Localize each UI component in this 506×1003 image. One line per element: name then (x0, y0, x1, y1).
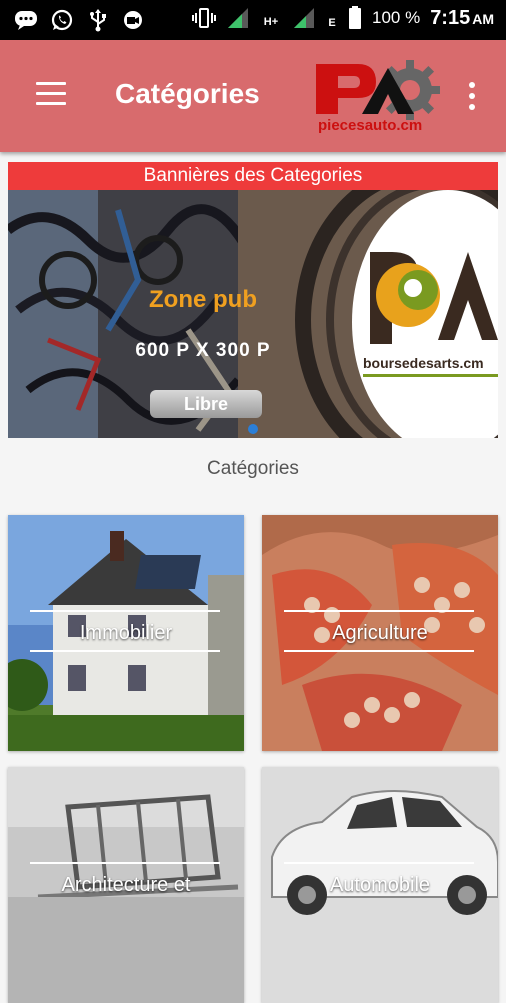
signal-strength-icon (226, 6, 250, 30)
chat-bubble-icon (14, 8, 38, 32)
cast-icon (122, 8, 146, 32)
sim-type-icon: E (328, 17, 336, 29)
category-label: Immobilier (79, 622, 173, 644)
category-banner-carousel[interactable]: Bannières des Categories boursedesarts.c… (8, 162, 498, 438)
category-label: Agriculture (332, 622, 428, 644)
vibrate-icon (191, 6, 216, 30)
battery-icon (348, 6, 362, 30)
status-bar: H+ E 100 % 7:15 AM (0, 0, 506, 40)
banner-ad-image[interactable]: boursedesarts.cm Zone pub 600 P X 300 P … (8, 162, 498, 438)
carousel-page-indicator[interactable] (248, 424, 258, 434)
category-label: Automobile (329, 874, 431, 896)
hamburger-menu-icon[interactable] (30, 78, 70, 112)
category-label: Architecture et (61, 874, 191, 896)
category-card-agriculture[interactable]: Agriculture (262, 515, 498, 751)
category-card-automobile[interactable]: Automobile (262, 767, 498, 1003)
category-card-architecture[interactable]: Architecture et (8, 767, 244, 1003)
banner-header: Bannières des Categories (8, 162, 498, 190)
whatsapp-icon (50, 8, 74, 32)
clock: 7:15 AM (430, 6, 494, 29)
ad-zone-title: Zone pub (149, 286, 257, 313)
usb-icon (86, 8, 110, 32)
ad-zone-size: 600 P X 300 P (135, 340, 271, 361)
svg-text:piecesauto.cm: piecesauto.cm (318, 117, 422, 134)
network-type-icon: H+ (263, 16, 279, 28)
ad-zone-free-button[interactable]: Libre (150, 390, 262, 418)
overflow-menu-icon[interactable] (460, 78, 484, 114)
app-logo: piecesauto.cm (310, 54, 440, 136)
battery-percentage: 100 % (371, 8, 421, 27)
signal-strength-2-icon (292, 6, 316, 30)
category-card-immobilier[interactable]: Immobilier (8, 515, 244, 751)
app-bar: Catégories piecesauto.cm (0, 40, 506, 152)
page-title: Catégories (115, 78, 260, 109)
categories-section-title: Catégories (207, 458, 299, 479)
svg-text:boursedesarts.cm: boursedesarts.cm (363, 355, 484, 371)
